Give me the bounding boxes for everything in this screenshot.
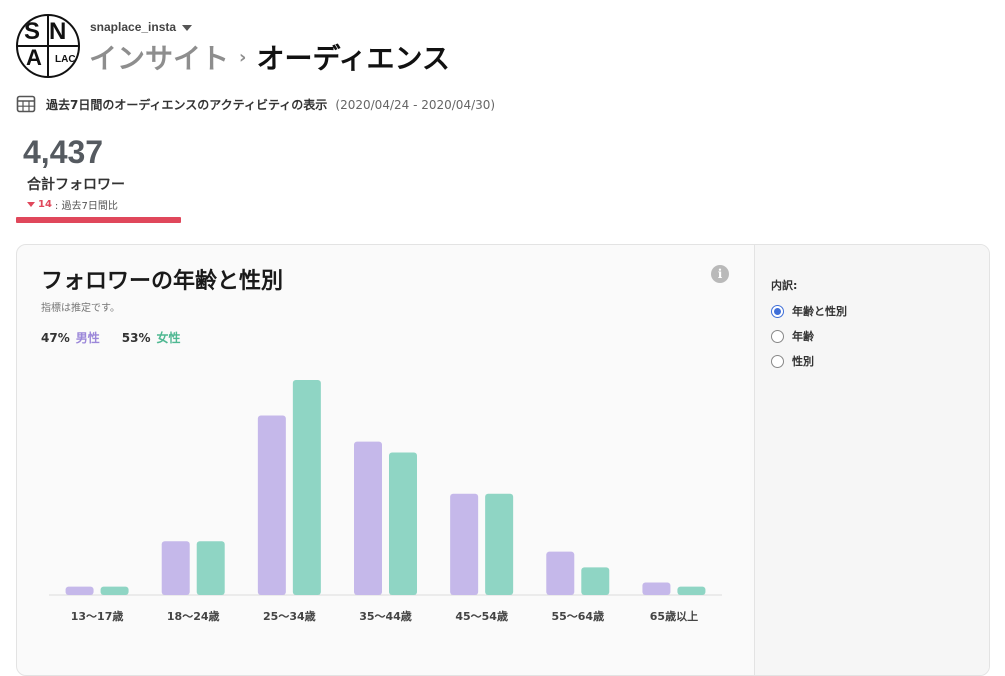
bar-male[interactable] — [257, 415, 286, 595]
page-title: オーディエンス — [256, 42, 450, 75]
x-tick-label: 55〜64歳 — [551, 609, 604, 623]
bar-female[interactable] — [581, 567, 610, 595]
bar-female[interactable] — [196, 541, 225, 595]
breakdown-option-gender[interactable]: 性別 — [771, 353, 814, 369]
logo-letter: N — [49, 18, 67, 45]
period-selector[interactable]: 過去7日間のオーディエンスのアクティビティの表示 (2020/04/24 - 2… — [16, 94, 495, 114]
radio-icon — [771, 304, 784, 318]
total-followers-value: 4,437 — [23, 134, 104, 170]
chart-panel: フォロワーの年齢と性別 指標は推定です。 i 47% 男性 53% 女性 13〜17… — [17, 245, 754, 675]
account-logo[interactable]: S N A LAC — [16, 14, 80, 78]
option-label: 性別 — [792, 355, 814, 368]
bar-male[interactable] — [450, 493, 479, 595]
radio-icon — [771, 354, 784, 368]
option-label: 年齢 — [792, 330, 814, 343]
active-tab-indicator — [16, 217, 181, 223]
bar-female[interactable] — [485, 493, 514, 595]
account-name: snaplace_insta — [90, 20, 177, 34]
logo-letter: LAC — [55, 54, 76, 65]
calendar-icon — [16, 95, 36, 113]
bar-female[interactable] — [677, 586, 706, 595]
change-value: 14 — [38, 199, 52, 210]
x-tick-label: 25〜34歳 — [263, 609, 316, 623]
follower-change: 14 : 過去7日間比 — [27, 197, 118, 212]
breakdown-option-age[interactable]: 年齢 — [771, 328, 814, 344]
age-gender-card: フォロワーの年齢と性別 指標は推定です。 i 47% 男性 53% 女性 13〜17… — [16, 244, 990, 676]
account-switcher[interactable]: snaplace_insta — [90, 20, 193, 34]
bar-male[interactable] — [546, 551, 575, 595]
breakdown-panel: 内訳: 年齢と性別 年齢 性別 — [754, 245, 989, 675]
total-followers-label: 合計フォロワー — [27, 177, 125, 193]
bar-male[interactable] — [65, 586, 94, 595]
bar-male[interactable] — [161, 541, 190, 595]
bar-male[interactable] — [642, 582, 671, 595]
breadcrumb: インサイト › オーディエンス — [89, 37, 450, 77]
breakdown-label: 内訳: — [771, 279, 798, 292]
period-text: 過去7日間のオーディエンスのアクティビティの表示 (2020/04/24 - 2… — [46, 96, 495, 113]
age-gender-bar-chart: 13〜17歳 18〜24歳 25〜34歳 35〜44歳 45〜54歳 55〜64歳 65歳以… — [49, 380, 722, 623]
radio-icon — [771, 329, 784, 343]
x-tick-label: 18〜24歳 — [167, 609, 220, 623]
period-description: 過去7日間のオーディエンスのアクティビティの表示 — [46, 97, 328, 112]
chevron-right-icon: › — [239, 46, 247, 68]
option-label: 年齢と性別 — [792, 305, 847, 318]
x-tick-label: 45〜54歳 — [455, 609, 508, 623]
bar-female[interactable] — [292, 380, 321, 595]
bar-female[interactable] — [389, 452, 417, 595]
x-tick-label: 35〜44歳 — [359, 609, 412, 623]
logo-letter: A — [26, 45, 42, 70]
period-range: (2020/04/24 - 2020/04/30) — [335, 97, 496, 112]
change-suffix: : 過去7日間比 — [54, 201, 118, 212]
bar-female[interactable] — [100, 586, 129, 595]
bar-male[interactable] — [354, 441, 382, 595]
logo-letter: S — [24, 18, 41, 45]
breakdown-option-age-gender[interactable]: 年齢と性別 — [771, 303, 847, 319]
arrow-down-icon — [27, 202, 35, 207]
caret-down-icon — [182, 24, 193, 31]
breadcrumb-insights-link[interactable]: インサイト — [89, 37, 229, 77]
x-tick-label: 13〜17歳 — [71, 609, 124, 623]
x-tick-label: 65歳以上 — [650, 609, 698, 623]
